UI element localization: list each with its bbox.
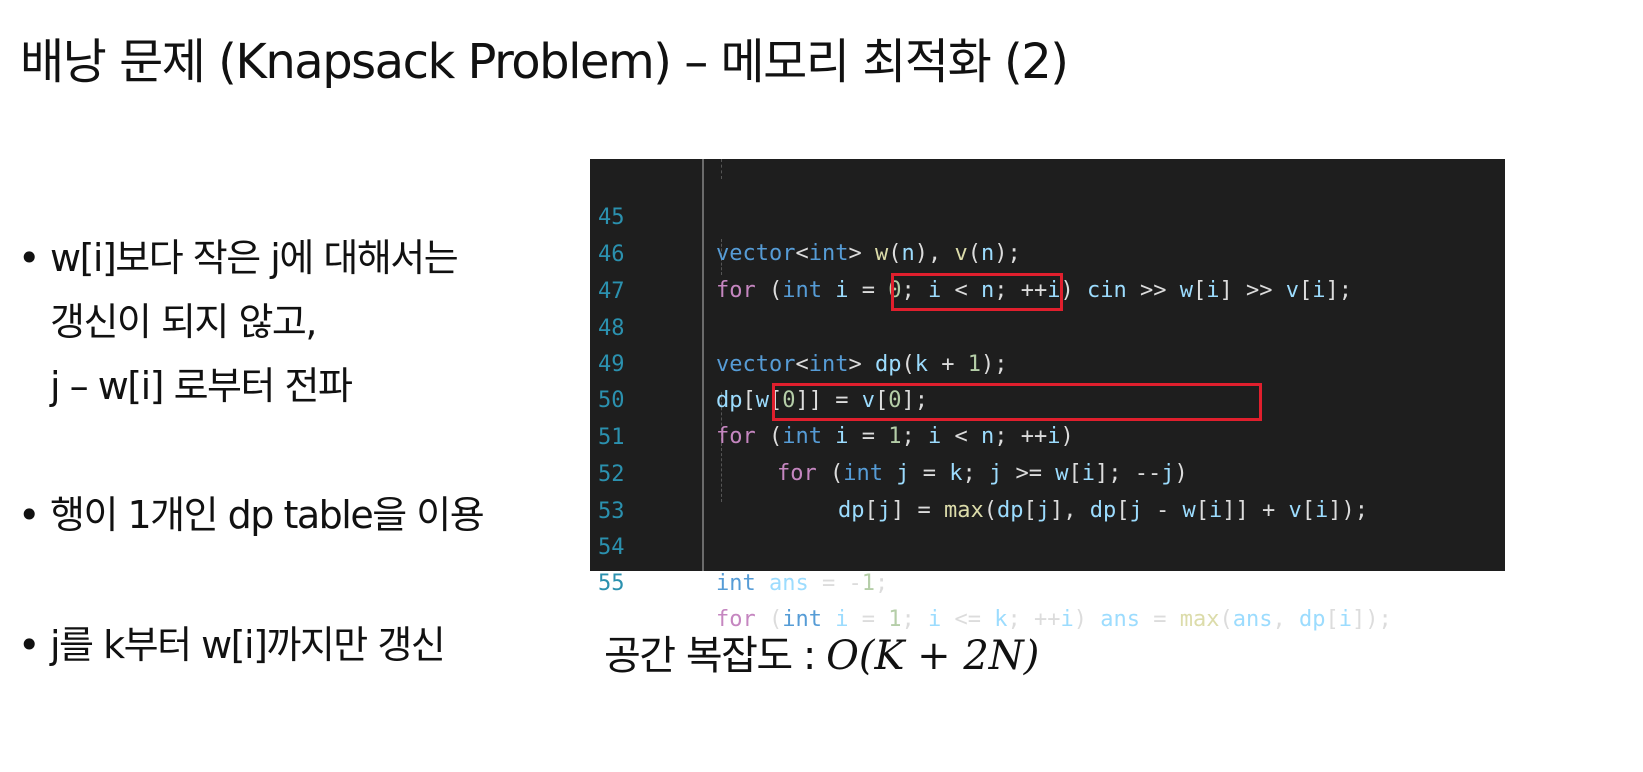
code-line: 46 for (int i = 0; i < n; ++i) cin >> w[… bbox=[590, 201, 1505, 303]
bullet-item-2: • 행이 1개인 dp table을 이용 bbox=[18, 483, 485, 547]
bullet-1-line-2: 갱신이 되지 않고, bbox=[50, 300, 317, 344]
bullet-3-line-1: j를 k부터 w[i]까지만 갱신 bbox=[50, 623, 446, 667]
bullet-marker: • bbox=[18, 493, 40, 537]
code-screenshot: 45 vector<int> w(n), v(n); 46 for (int i… bbox=[590, 159, 1505, 632]
highlight-box-inner-loop bbox=[772, 383, 1262, 421]
code-line: 50 for (int i = 1; i < n; ++i) bbox=[590, 347, 1505, 449]
code-line: 55 for (int i = 1; i <= k; ++i) ans = ma… bbox=[590, 530, 1505, 632]
space-complexity: 공간 복잡도 : O(K + 2N) bbox=[604, 623, 1039, 681]
code-line: 52 dp[j] = max(dp[j], dp[j - w[i]] + v[i… bbox=[590, 421, 1505, 523]
bullet-1-line-3: j – w[i] 로부터 전파 bbox=[50, 364, 353, 408]
code-line: 45 vector<int> w(n), v(n); bbox=[590, 164, 1505, 266]
space-complexity-label: 공간 복잡도 : bbox=[604, 633, 816, 679]
bullet-2-line-1: 행이 1개인 dp table을 이용 bbox=[50, 493, 485, 537]
code-line: 47 bbox=[590, 238, 1505, 304]
code-text: int ans = -1; bbox=[716, 571, 889, 596]
space-complexity-formula: O(K + 2N) bbox=[826, 633, 1040, 679]
bullet-marker: • bbox=[18, 236, 40, 280]
line-number: 55 bbox=[598, 571, 625, 596]
code-line: 53 bbox=[590, 458, 1505, 524]
code-line: 54 int ans = -1; bbox=[590, 494, 1505, 596]
code-line: 49 dp[w[0]] = v[0]; bbox=[590, 311, 1505, 413]
slide-title: 배낭 문제 (Knapsack Problem) – 메모리 최적화 (2) bbox=[20, 34, 1069, 90]
bullet-marker: • bbox=[18, 623, 40, 667]
highlight-box-dp-declaration bbox=[891, 273, 1063, 311]
bullet-item-3: • j를 k부터 w[i]까지만 갱신 bbox=[18, 613, 446, 677]
bullet-1-line-1: w[i]보다 작은 j에 대해서는 bbox=[50, 236, 459, 280]
bullet-item-1: • w[i]보다 작은 j에 대해서는 갱신이 되지 않고, j – w[i] … bbox=[18, 226, 459, 418]
